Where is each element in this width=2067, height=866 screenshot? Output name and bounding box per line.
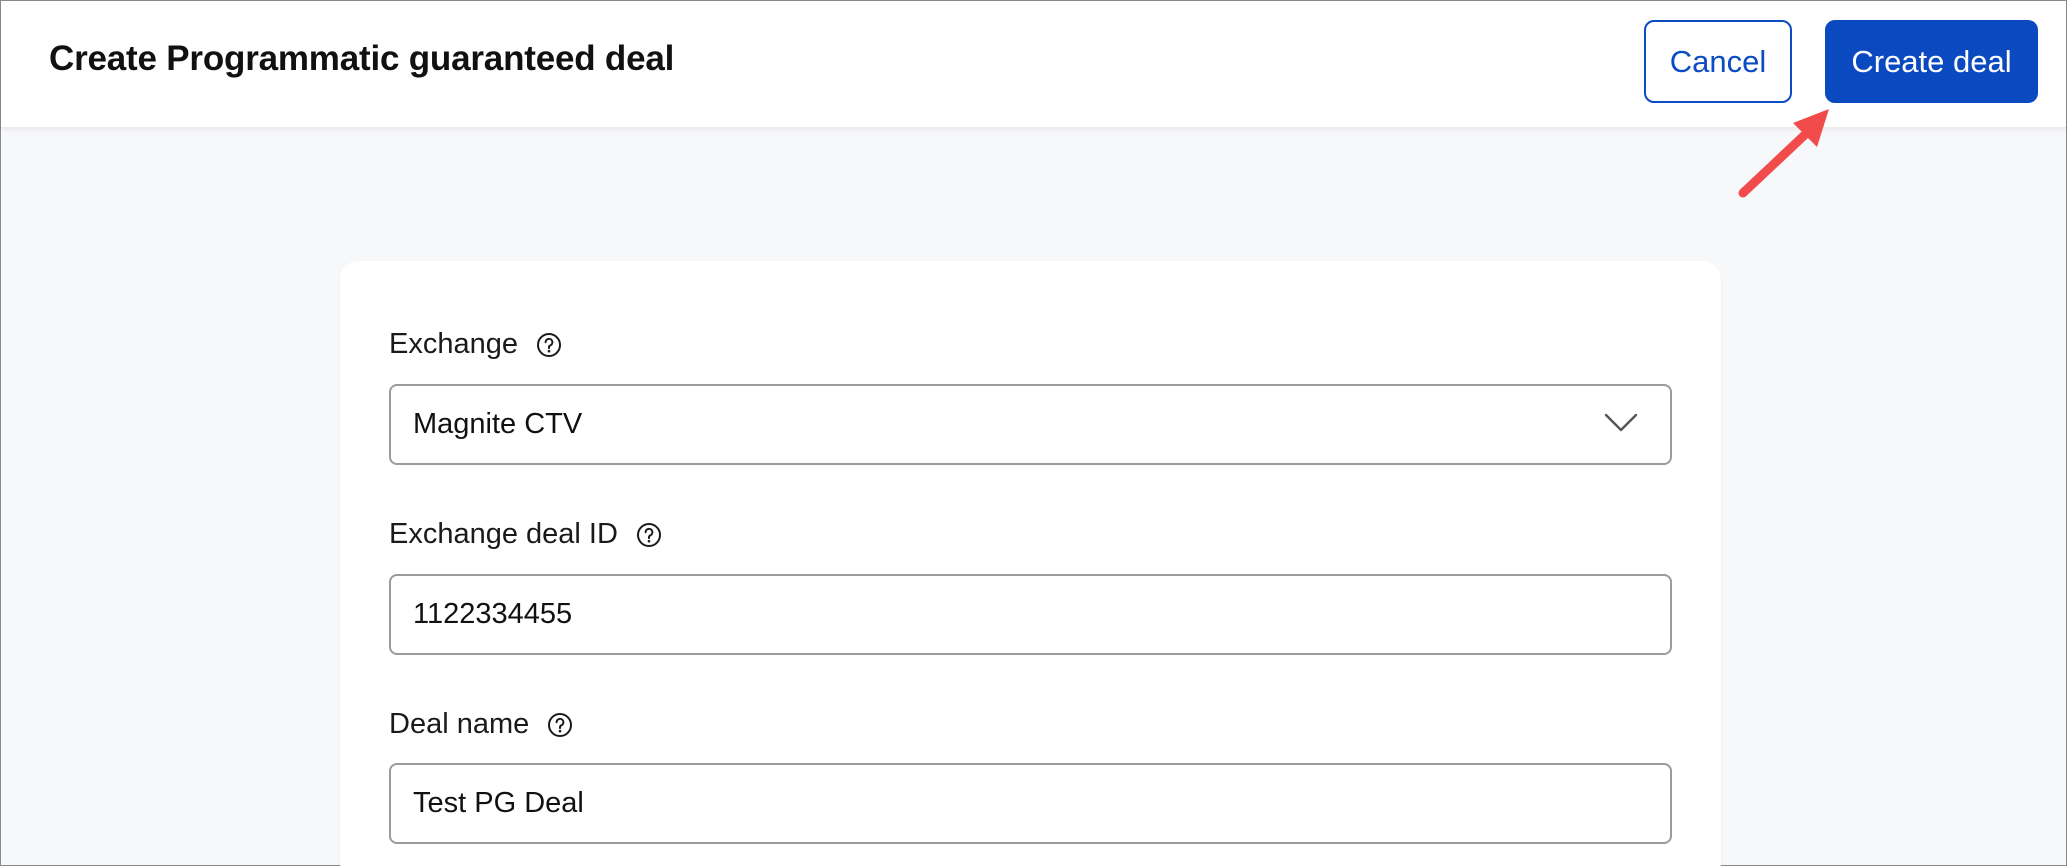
page-title: Create Programmatic guaranteed deal [49, 39, 675, 78]
exchange-select[interactable]: Magnite CTV [389, 384, 1672, 465]
exchange-deal-id-input[interactable]: 1122334455 [389, 574, 1672, 655]
exchange-deal-id-label: Exchange deal ID [389, 518, 662, 551]
exchange-select-value: Magnite CTV [413, 408, 583, 440]
exchange-deal-id-label-text: Exchange deal ID [389, 518, 618, 550]
exchange-label-text: Exchange [389, 328, 518, 360]
deal-name-value: Test PG Deal [413, 787, 584, 819]
cancel-button[interactable]: Cancel [1644, 20, 1792, 103]
help-circle-icon[interactable] [536, 332, 562, 358]
exchange-label: Exchange [389, 328, 562, 361]
deal-name-label: Deal name [389, 708, 573, 741]
deal-name-label-text: Deal name [389, 708, 530, 740]
exchange-deal-id-value: 1122334455 [413, 598, 573, 630]
chevron-down-icon [1604, 413, 1638, 432]
deal-form-card: Exchange Magnite CTV Exchange deal ID 11… [340, 261, 1721, 866]
annotation-arrow-icon [1738, 109, 1829, 198]
help-circle-icon[interactable] [547, 712, 573, 738]
deal-name-input[interactable]: Test PG Deal [389, 763, 1672, 844]
help-circle-icon[interactable] [636, 522, 662, 548]
create-deal-button[interactable]: Create deal [1825, 20, 2038, 103]
